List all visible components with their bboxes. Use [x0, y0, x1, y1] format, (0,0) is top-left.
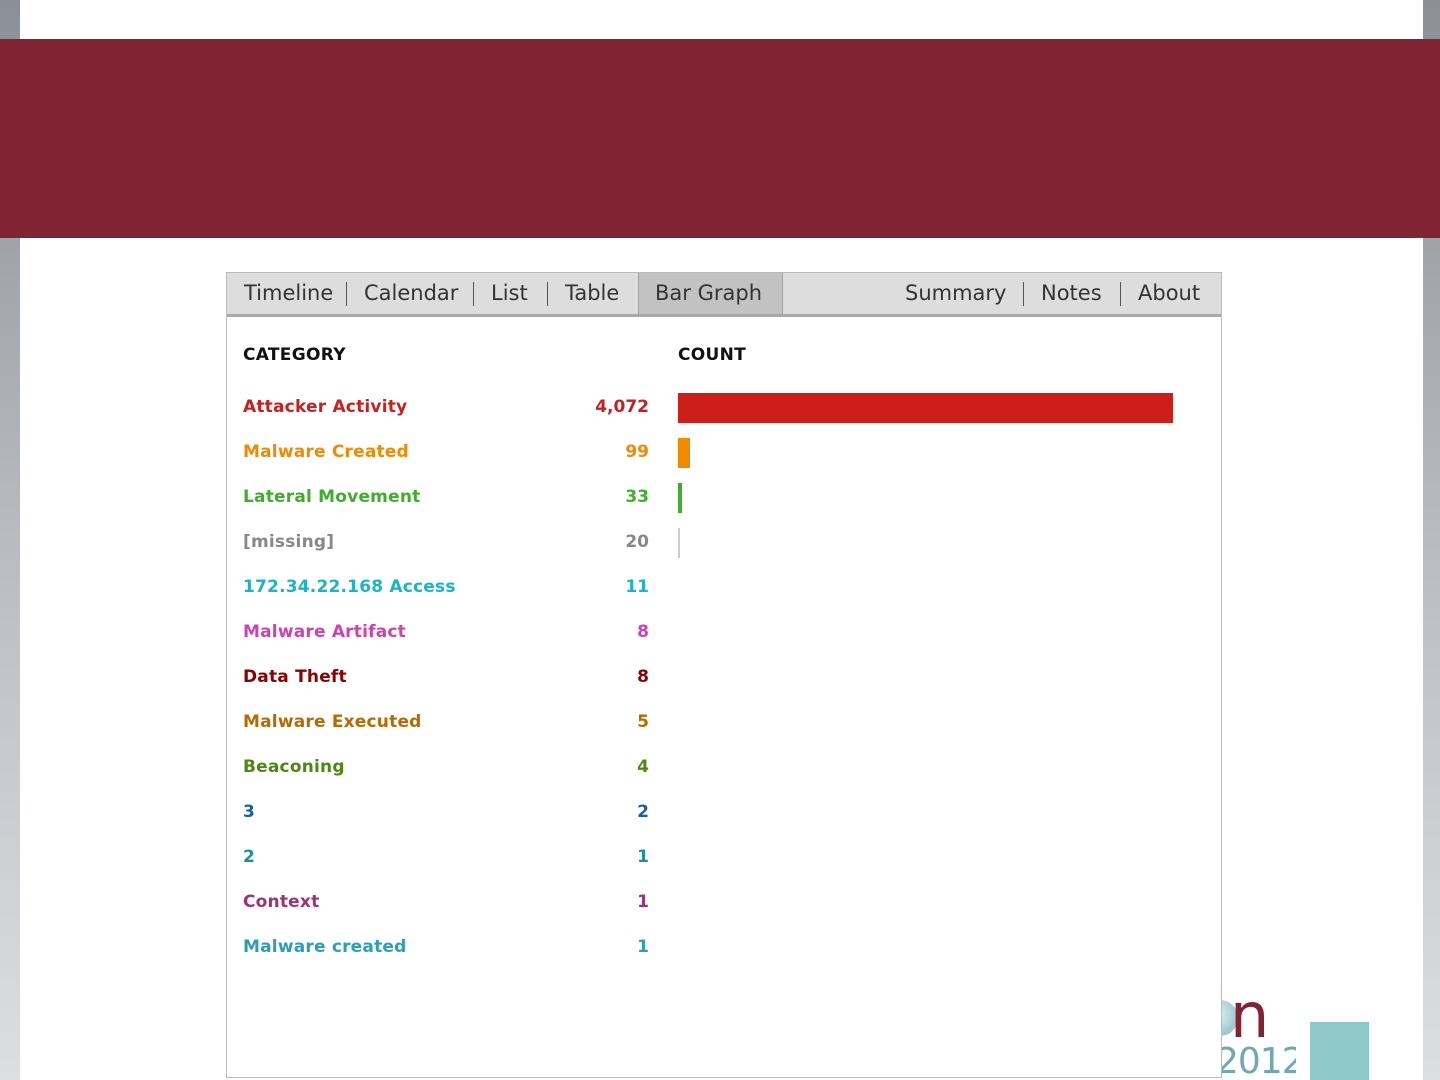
- count-value: 1: [637, 892, 649, 912]
- tab-separator: [547, 282, 548, 306]
- category-label: Attacker Activity: [243, 397, 408, 417]
- category-label: [missing]: [243, 532, 335, 552]
- view-tab-bar: Timeline Calendar List Table Bar Graph S…: [227, 273, 1221, 317]
- count-value: 4,072: [595, 397, 649, 417]
- count-value: 5: [637, 712, 649, 732]
- category-label: Beaconing: [243, 757, 345, 777]
- tab-separator: [473, 282, 474, 306]
- category-label: 2: [243, 847, 256, 867]
- logo-square: [1310, 1022, 1369, 1080]
- count-value: 99: [625, 442, 649, 462]
- category-label: 172.34.22.168 Access: [243, 577, 456, 597]
- tab-summary[interactable]: Summary: [905, 273, 1006, 314]
- count-bar: [678, 528, 680, 558]
- tab-separator: [1023, 282, 1024, 306]
- count-value: 4: [637, 757, 649, 777]
- count-value: 1: [637, 847, 649, 867]
- category-label: Malware Executed: [243, 712, 422, 732]
- category-label: Lateral Movement: [243, 487, 421, 507]
- count-value: 8: [637, 667, 649, 687]
- count-value: 33: [625, 487, 649, 507]
- count-column-header: COUNT: [678, 345, 747, 365]
- count-value: 2: [637, 802, 649, 822]
- category-label: Data Theft: [243, 667, 347, 687]
- category-label: Malware Artifact: [243, 622, 406, 642]
- category-column-header: CATEGORY: [243, 345, 346, 365]
- count-value: 1: [637, 937, 649, 957]
- tab-separator: [346, 282, 347, 306]
- count-bar: [678, 393, 1173, 423]
- count-value: 11: [625, 577, 649, 597]
- slide-title-band: [0, 39, 1440, 238]
- tab-list[interactable]: List: [491, 273, 528, 314]
- category-label: Malware created: [243, 937, 407, 957]
- logo-text: n: [1230, 979, 1270, 1052]
- category-label: Malware Created: [243, 442, 409, 462]
- tab-separator: [1120, 282, 1121, 306]
- tab-calendar[interactable]: Calendar: [364, 273, 458, 314]
- count-value: 8: [637, 622, 649, 642]
- count-bar: [678, 438, 690, 468]
- tab-timeline[interactable]: Timeline: [244, 273, 333, 314]
- tab-notes[interactable]: Notes: [1041, 273, 1102, 314]
- category-label: 3: [243, 802, 256, 822]
- count-bar: [678, 483, 682, 513]
- count-value: 20: [625, 532, 649, 552]
- category-label: Context: [243, 892, 320, 912]
- logo-year: 2012: [1216, 1044, 1296, 1080]
- tab-about[interactable]: About: [1138, 273, 1200, 314]
- bar-graph-panel: Timeline Calendar List Table Bar Graph S…: [226, 272, 1222, 1078]
- tab-bar-graph[interactable]: Bar Graph: [638, 273, 783, 314]
- tab-table[interactable]: Table: [565, 273, 619, 314]
